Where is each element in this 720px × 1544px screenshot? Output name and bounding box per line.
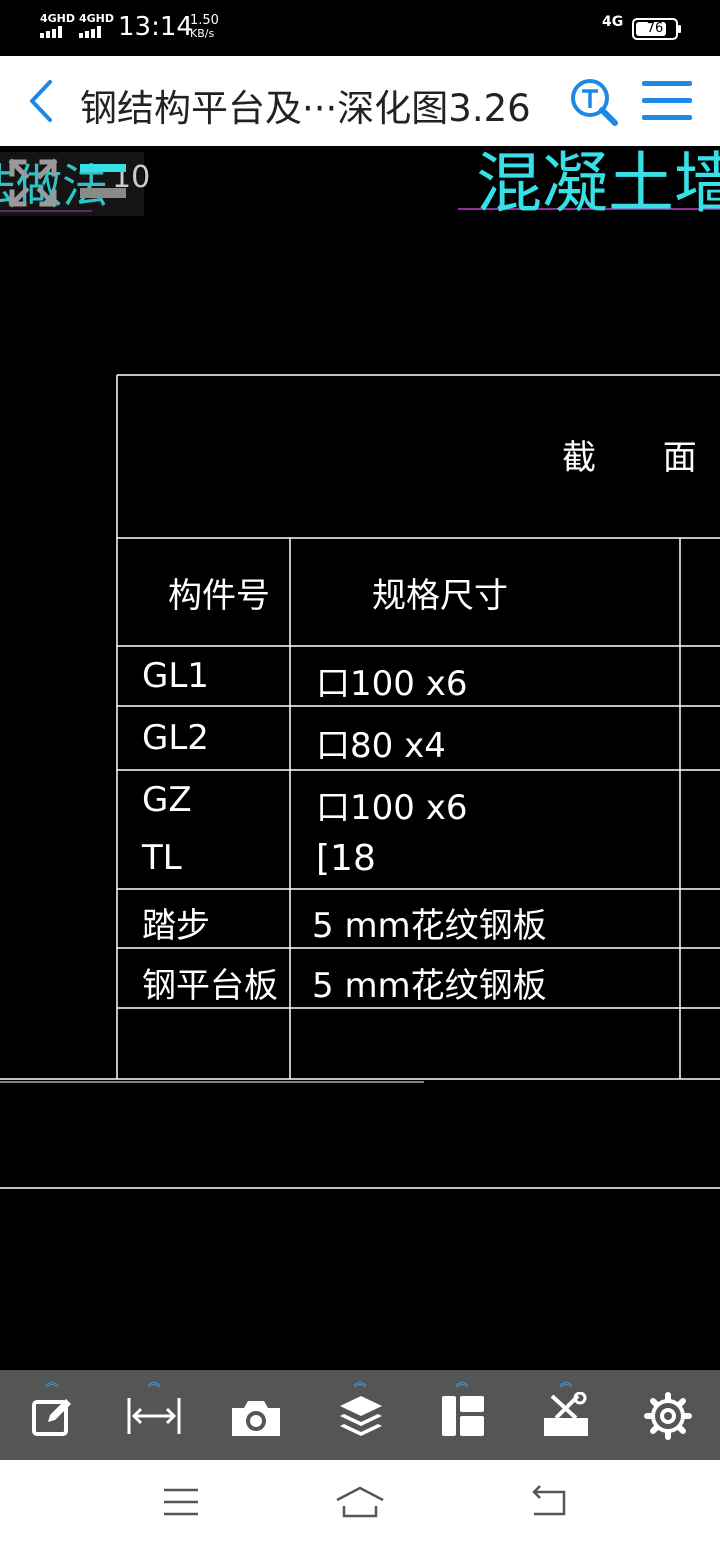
section-header: 截 面 <box>562 438 720 478</box>
chevron-left-icon <box>30 80 52 122</box>
hamburger-menu-icon <box>642 81 692 120</box>
edit-tool-button[interactable]: ︽ <box>2 1370 102 1460</box>
row-1-id: GL1 <box>142 656 209 696</box>
battery-icon: 76 <box>632 18 681 40</box>
row-2-id: GL2 <box>142 718 209 758</box>
row-2-spec: 口80 x4 <box>316 726 446 766</box>
network-label-2: 4GHD <box>79 12 115 25</box>
speed-unit: KB/s <box>190 27 215 40</box>
text-search-icon <box>571 79 618 126</box>
col-header-spec: 规格尺寸 <box>372 576 508 616</box>
expand-icon: ︽ <box>353 1375 367 1390</box>
zoom-out-button[interactable] <box>78 162 130 202</box>
row-3-spec: 口100 x6 <box>316 788 468 828</box>
toolbox-icon <box>544 1392 588 1436</box>
row-5-id: 踏步 <box>142 906 210 946</box>
network-type-right: 4G <box>602 14 624 30</box>
row-6-id: 钢平台板 <box>142 966 278 1006</box>
battery-level: 76 <box>646 21 664 36</box>
fullscreen-icon <box>8 158 58 208</box>
signal-icon-2 <box>79 26 107 38</box>
toolbox-button[interactable]: ︽ <box>516 1370 616 1460</box>
minus-icon <box>80 164 126 198</box>
system-nav-bar <box>0 1460 720 1544</box>
camera-icon <box>232 1401 280 1436</box>
row-4-id: TL <box>142 838 182 878</box>
network-label-1: 4GHD <box>40 12 76 25</box>
layout-icon <box>442 1396 484 1436</box>
home-icon <box>336 1486 384 1518</box>
status-bar: 4GHD 4GHD 13:14 1.50 KB/s 4G 76 <box>0 0 720 56</box>
back-icon <box>532 1485 566 1516</box>
measure-icon <box>127 1398 181 1434</box>
col-header-id: 构件号 <box>168 576 270 616</box>
screenshot-tool-button[interactable] <box>206 1370 306 1460</box>
drawing-canvas[interactable]: 法做法 10 混凝土墙抗 截 面 构件号 规格尺寸 GL1 口100 x6 GL… <box>0 146 720 1370</box>
back-button[interactable] <box>22 78 66 124</box>
layout-tool-button[interactable]: ︽ <box>412 1370 512 1460</box>
document-title: 钢结构平台及···深化图3.26 <box>80 87 531 130</box>
home-button[interactable] <box>334 1482 384 1522</box>
recent-apps-button[interactable] <box>158 1482 208 1522</box>
expand-icon: ︽ <box>455 1375 469 1390</box>
speed-value: 1.50 <box>190 13 219 28</box>
recent-apps-icon <box>164 1488 198 1516</box>
top-right-label: 混凝土墙抗 <box>476 146 720 222</box>
measure-tool-button[interactable]: ︽ <box>104 1370 204 1460</box>
row-5-spec: 5 mm花纹钢板 <box>312 906 547 946</box>
row-1-spec: 口100 x6 <box>316 664 468 704</box>
row-4-spec: [18 <box>316 838 376 879</box>
network-speed: 1.50 KB/s <box>190 14 219 40</box>
expand-icon: ︽ <box>147 1375 161 1390</box>
row-3-id: GZ <box>142 780 192 820</box>
clock: 13:14 <box>118 12 193 42</box>
signal-icon <box>40 26 68 38</box>
text-search-button[interactable] <box>568 76 620 128</box>
nav-back-button[interactable] <box>526 1482 576 1522</box>
menu-button[interactable] <box>640 78 694 124</box>
title-bar: 钢结构平台及···深化图3.26 <box>0 56 720 146</box>
layers-icon <box>340 1396 382 1436</box>
fullscreen-button[interactable] <box>8 158 58 208</box>
edit-icon <box>32 1399 71 1436</box>
settings-button[interactable] <box>618 1370 718 1460</box>
layers-tool-button[interactable]: ︽ <box>310 1370 410 1460</box>
bottom-toolbar: ︽ ︽ ︽ ︽ ︽ <box>0 1370 720 1460</box>
row-6-spec: 5 mm花纹钢板 <box>312 966 547 1006</box>
settings-icon <box>644 1392 692 1440</box>
expand-icon: ︽ <box>45 1375 59 1390</box>
expand-icon: ︽ <box>559 1375 573 1390</box>
